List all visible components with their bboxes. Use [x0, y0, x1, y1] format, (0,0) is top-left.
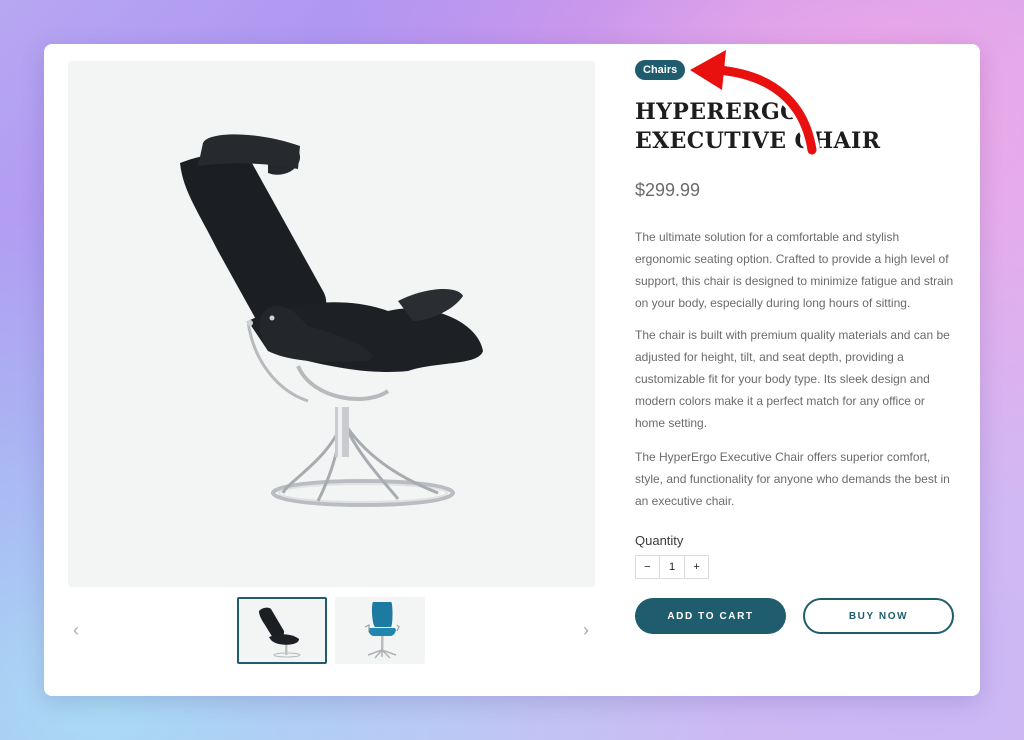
add-to-cart-button[interactable]: ADD TO CART [635, 598, 786, 634]
quantity-label: Quantity [635, 533, 684, 548]
quantity-stepper: − 1 + [635, 555, 709, 579]
carousel-next-icon[interactable]: › [576, 620, 596, 640]
blue-office-chair-thumbnail-image [364, 602, 400, 659]
carousel-prev-icon[interactable]: ‹ [66, 620, 86, 640]
buy-now-button[interactable]: BUY NOW [803, 598, 954, 634]
description-paragraph-3: The HyperErgo Executive Chair offers sup… [635, 450, 950, 508]
main-product-image [68, 61, 595, 587]
thumbnail-blue-chair[interactable] [335, 597, 425, 664]
black-chair-thumbnail-image [259, 607, 301, 658]
quantity-decrease-button[interactable]: − [636, 556, 659, 578]
product-price: $299.99 [635, 180, 701, 200]
description-paragraph-2: The chair is built with premium quality … [635, 328, 950, 430]
product-card: ‹ › Chairs HYPERERGO EXECUTIVE CHAIR $29… [44, 44, 980, 696]
category-badge[interactable]: Chairs [635, 60, 686, 80]
description-paragraph-1: The ultimate solution for a comfortable … [635, 230, 954, 310]
black-lounge-chair-image [180, 134, 483, 507]
quantity-increase-button[interactable]: + [685, 556, 708, 578]
product-title: HYPERERGO EXECUTIVE CHAIR [635, 99, 881, 154]
quantity-value[interactable]: 1 [658, 556, 686, 578]
thumbnail-black-chair[interactable] [237, 597, 327, 664]
